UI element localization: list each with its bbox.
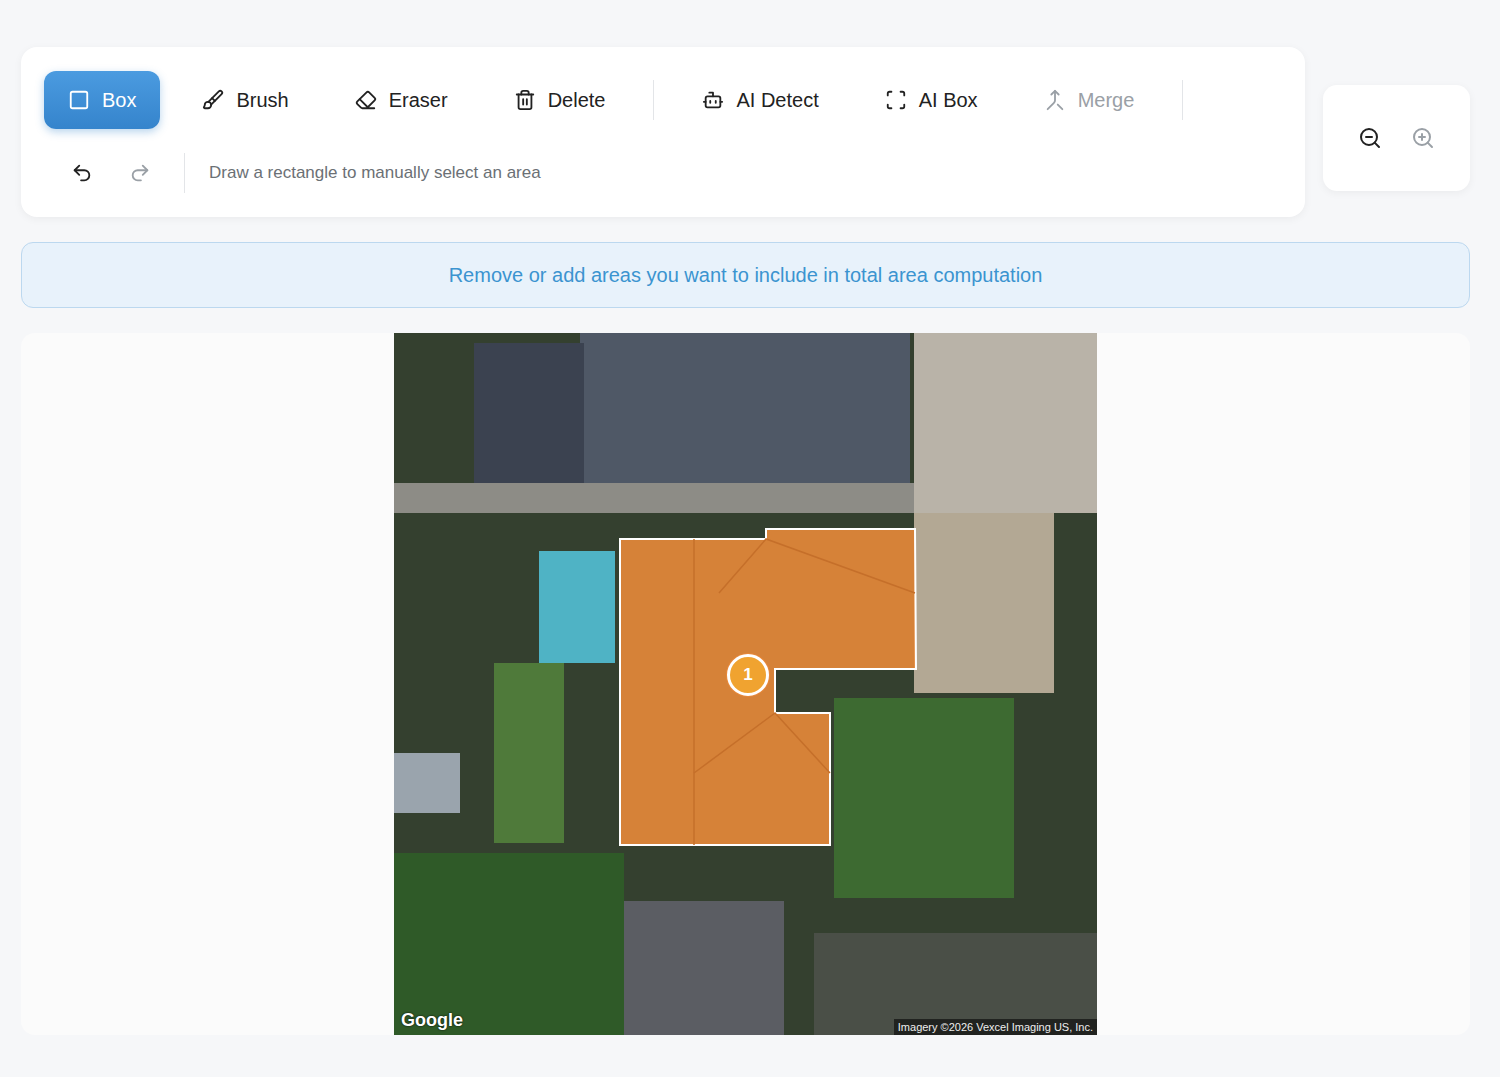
satellite-map[interactable]: 1 Google Imagery ©2026 Vexcel Imaging US, … — [394, 333, 1097, 1035]
redo-button[interactable] — [120, 153, 160, 193]
delete-icon — [514, 89, 536, 111]
undo-icon — [71, 162, 93, 184]
brush-icon — [202, 89, 224, 111]
box-icon — [68, 89, 90, 111]
page: Box Brush Eraser Delete AI Detect AI Box Merge… — [0, 0, 1500, 1035]
tool-label: AI Detect — [736, 89, 818, 112]
toolbar-separator — [1182, 80, 1183, 120]
history-separator — [184, 153, 185, 193]
map-attribution: Imagery ©2026 Vexcel Imaging US, Inc. — [894, 1019, 1097, 1035]
tool-row: Box Brush Eraser Delete AI Detect AI Box Merge — [44, 71, 1282, 129]
undo-button[interactable] — [62, 153, 102, 193]
zoom-out-button[interactable] — [1350, 118, 1390, 158]
zoom-in-icon — [1411, 126, 1435, 150]
toolbar: Box Brush Eraser Delete AI Detect AI Box Merge… — [21, 47, 1305, 217]
merge-tool-button[interactable]: Merge — [1020, 71, 1159, 129]
box-tool-button[interactable]: Box — [44, 71, 160, 129]
tool-label: Brush — [236, 89, 288, 112]
brush-tool-button[interactable]: Brush — [178, 71, 312, 129]
toolbar-separator — [653, 80, 654, 120]
info-banner: Remove or add areas you want to include … — [21, 242, 1470, 308]
zoom-in-button[interactable] — [1403, 118, 1443, 158]
tool-label: Delete — [548, 89, 606, 112]
history-row: Draw a rectangle to manually select an a… — [44, 153, 1282, 193]
eraser-icon — [355, 89, 377, 111]
tool-label: Box — [102, 89, 136, 112]
ai-box-tool-button[interactable]: AI Box — [861, 71, 1002, 129]
tool-label: AI Box — [919, 89, 978, 112]
redo-icon — [129, 162, 151, 184]
ai-box-icon — [885, 89, 907, 111]
top-row: Box Brush Eraser Delete AI Detect AI Box Merge… — [21, 47, 1470, 217]
tool-label: Merge — [1078, 89, 1135, 112]
canvas-panel: 1 Google Imagery ©2026 Vexcel Imaging US, … — [21, 333, 1470, 1035]
ai-detect-icon — [702, 89, 724, 111]
tool-hint: Draw a rectangle to manually select an a… — [209, 159, 541, 187]
zoom-controls — [1323, 85, 1470, 191]
tool-label: Eraser — [389, 89, 448, 112]
map-logo: Google — [401, 1010, 463, 1031]
delete-tool-button[interactable]: Delete — [490, 71, 630, 129]
merge-icon — [1044, 89, 1066, 111]
ai-detect-tool-button[interactable]: AI Detect — [678, 71, 842, 129]
region-badge[interactable]: 1 — [727, 654, 769, 696]
eraser-tool-button[interactable]: Eraser — [331, 71, 472, 129]
zoom-out-icon — [1358, 126, 1382, 150]
